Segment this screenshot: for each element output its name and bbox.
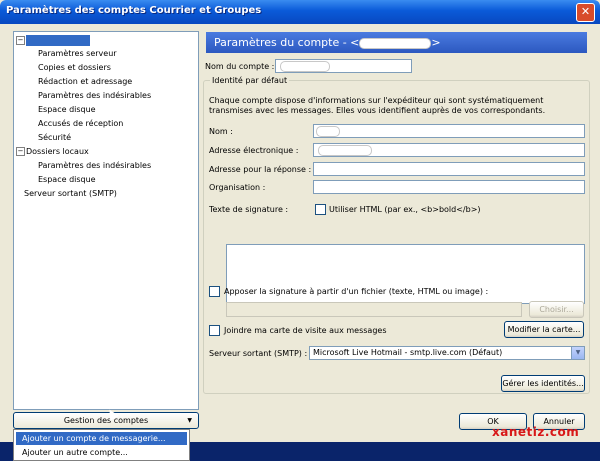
redacted-value — [318, 145, 372, 156]
settings-window: Paramètres des comptes Courrier et Group… — [0, 0, 600, 461]
close-button[interactable]: ✕ — [576, 3, 595, 22]
choose-file-button[interactable]: Choisir... — [529, 301, 584, 318]
tree-item-junk[interactable]: Paramètres des indésirables — [38, 89, 151, 102]
redacted-value — [316, 126, 340, 137]
organization-field[interactable] — [313, 180, 585, 194]
tree-item-smtp[interactable]: Serveur sortant (SMTP) — [24, 187, 117, 200]
use-html-checkbox[interactable] — [315, 204, 326, 215]
dropdown-arrow-icon: ▼ — [187, 417, 192, 424]
tree-item-server[interactable]: Paramètres serveur — [38, 47, 117, 60]
collapse-icon[interactable]: − — [16, 147, 25, 156]
header-suffix: > — [431, 36, 441, 49]
name-field[interactable] — [313, 124, 585, 138]
tree-item-local-disk[interactable]: Espace disque — [38, 173, 96, 186]
tree-item-copies[interactable]: Copies et dossiers — [38, 61, 111, 74]
manage-identities-button[interactable]: Gérer les identités... — [501, 375, 585, 392]
title-bar[interactable]: Paramètres des comptes Courrier et Group… — [0, 0, 600, 24]
signature-file-field[interactable] — [226, 302, 522, 317]
identity-description: Chaque compte dispose d'informations sur… — [209, 96, 546, 115]
redacted-value — [280, 61, 330, 72]
tree-item-composition[interactable]: Rédaction et adressage — [38, 75, 132, 88]
dialog-body: − Paramètres serveur Copies et dossiers … — [3, 24, 597, 461]
menu-add-mail-account[interactable]: Ajouter un compte de messagerie... — [16, 432, 187, 445]
account-actions-label: Gestion des comptes — [63, 416, 149, 425]
name-label: Nom : — [209, 127, 233, 136]
organization-label: Organisation : — [209, 183, 266, 192]
identity-title: Identité par défaut — [210, 76, 290, 85]
window-title: Paramètres des comptes Courrier et Group… — [6, 5, 262, 16]
tree-account-node[interactable]: − — [14, 34, 194, 47]
page-title: Paramètres du compte - < > — [206, 32, 587, 53]
header-prefix: Paramètres du compte - < — [214, 36, 360, 49]
chevron-down-icon[interactable]: ▼ — [571, 347, 584, 359]
tree-local-folders-label: Dossiers locaux — [26, 147, 89, 156]
edit-card-button[interactable]: Modifier la carte... — [504, 321, 584, 338]
attach-vcard-label: Joindre ma carte de visite aux messages — [224, 326, 387, 335]
watermark: xanetiz.com — [492, 425, 580, 439]
signature-label: Texte de signature : — [209, 205, 289, 214]
smtp-label: Serveur sortant (SMTP) : — [209, 349, 308, 358]
attach-signature-checkbox[interactable] — [209, 286, 220, 297]
smtp-select[interactable]: Microsoft Live Hotmail - smtp.live.com (… — [309, 346, 585, 360]
smtp-selected-value: Microsoft Live Hotmail - smtp.live.com (… — [313, 348, 503, 357]
email-label: Adresse électronique : — [209, 146, 299, 155]
collapse-icon[interactable]: − — [16, 36, 25, 45]
tree-item-receipts[interactable]: Accusés de réception — [38, 117, 123, 130]
menu-add-other-account[interactable]: Ajouter un autre compte... — [16, 446, 187, 459]
account-name-field[interactable] — [275, 59, 412, 73]
reply-to-field[interactable] — [313, 162, 585, 176]
attach-vcard-checkbox[interactable] — [209, 325, 220, 336]
account-tree[interactable]: − Paramètres serveur Copies et dossiers … — [13, 31, 199, 410]
account-actions-menu: Ajouter un compte de messagerie... Ajout… — [13, 429, 190, 461]
email-field[interactable] — [313, 143, 585, 157]
tree-item-security[interactable]: Sécurité — [38, 131, 71, 144]
redacted-account — [359, 37, 432, 49]
use-html-label: Utiliser HTML (par ex., <b>bold</b>) — [329, 205, 481, 214]
reply-to-label: Adresse pour la réponse : — [209, 165, 312, 174]
tree-item-local-junk[interactable]: Paramètres des indésirables — [38, 159, 151, 172]
account-name-redacted — [26, 35, 90, 46]
attach-signature-label: Apposer la signature à partir d'un fichi… — [224, 287, 489, 296]
account-name-label: Nom du compte : — [205, 62, 275, 71]
tree-item-disk[interactable]: Espace disque — [38, 103, 96, 116]
